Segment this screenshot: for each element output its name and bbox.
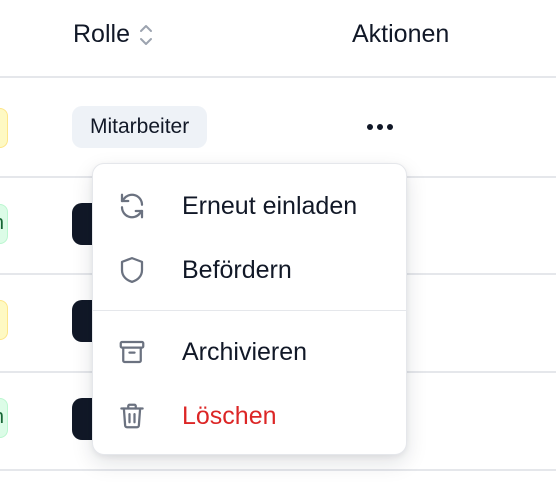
- status-badge: [0, 108, 8, 148]
- menu-item-label: Befördern: [182, 255, 292, 284]
- status-badge: n: [0, 398, 8, 438]
- status-badge: n: [0, 204, 8, 244]
- menu-item-reinvite[interactable]: Erneut einladen: [93, 176, 406, 236]
- menu-divider: [93, 310, 406, 311]
- row-divider: [0, 469, 556, 471]
- more-dot: [367, 124, 373, 130]
- menu-item-label: Löschen: [182, 401, 277, 430]
- sort-icon[interactable]: [138, 21, 154, 49]
- more-dot: [377, 124, 383, 130]
- more-dot: [387, 124, 393, 130]
- refresh-icon: [120, 193, 144, 219]
- archive-icon: [119, 340, 145, 364]
- menu-item-label: Erneut einladen: [182, 191, 358, 220]
- column-header-role-label: Rolle: [73, 20, 130, 48]
- trash-icon: [120, 403, 144, 429]
- more-actions-button[interactable]: [362, 113, 398, 141]
- actions-dropdown-menu: Erneut einladen Befördern Archivieren Lö…: [92, 163, 407, 455]
- role-badge: Mitarbeiter: [72, 106, 208, 148]
- column-header-actions: Aktionen: [352, 20, 450, 48]
- shield-icon: [120, 257, 144, 283]
- menu-item-label: Archivieren: [182, 337, 308, 366]
- menu-item-delete[interactable]: Löschen: [93, 386, 406, 446]
- menu-item-archive[interactable]: Archivieren: [93, 322, 406, 382]
- menu-item-promote[interactable]: Befördern: [93, 240, 406, 300]
- column-header-role[interactable]: Rolle: [73, 20, 154, 49]
- table-header: Rolle Aktionen: [0, 0, 556, 78]
- status-badge: [0, 300, 8, 340]
